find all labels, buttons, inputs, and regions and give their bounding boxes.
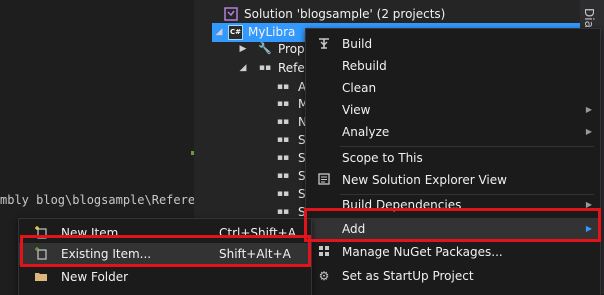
menu-item-shortcut: Shift+Alt+A	[219, 247, 291, 261]
menu-item-new-solution-explorer-view[interactable]: New Solution Explorer View	[306, 169, 600, 191]
folder-icon	[33, 269, 49, 285]
references-icon: ▪▪	[258, 63, 272, 73]
menu-item-label: View	[342, 103, 371, 117]
solution-label: Solution 'blogsample' (2 projects)	[244, 7, 446, 21]
submenu-arrow-icon: ▶	[585, 105, 592, 114]
menu-item-view[interactable]: View ▶	[306, 99, 600, 121]
menu-item-shortcut: Ctrl+Shift+A	[219, 226, 296, 240]
editor-path-text: mbly blog\blogsample\Refere	[0, 193, 194, 207]
solution-icon	[224, 7, 238, 21]
menu-item-label: Scope to This	[342, 151, 423, 165]
add-submenu: New Item... Ctrl+Shift+A Existing Item..…	[18, 218, 312, 295]
menu-item-label: Manage NuGet Packages...	[342, 245, 503, 259]
reference-icon: ▪▪	[276, 153, 290, 163]
gear-icon: ⚙	[318, 269, 330, 283]
csharp-project-icon: C#	[228, 25, 243, 40]
menu-item-label: Set as StartUp Project	[342, 269, 474, 283]
collapse-icon[interactable]: ◢	[238, 59, 248, 78]
reference-icon: ▪▪	[276, 82, 290, 92]
reference-icon: ▪▪	[276, 117, 290, 127]
menu-item-build[interactable]: Build	[306, 33, 600, 55]
menu-item-label: New Item...	[61, 226, 130, 240]
reference-icon: ▪▪	[276, 135, 290, 145]
nuget-icon	[316, 244, 332, 260]
project-context-menu: Build Rebuild Clean View ▶ Analyze ▶ Sco…	[305, 28, 601, 295]
menu-item-manage-nuget[interactable]: Manage NuGet Packages...	[306, 241, 600, 263]
menu-item-rebuild[interactable]: Rebuild	[306, 55, 600, 77]
build-icon	[316, 36, 332, 52]
submenu-arrow-icon: ▶	[585, 224, 592, 233]
menu-item-label: Build Dependencies	[342, 198, 462, 212]
tree-item-label: Refe	[278, 61, 305, 75]
tree-row-solution[interactable]: Solution 'blogsample' (2 projects)	[212, 5, 580, 24]
menu-item-set-startup[interactable]: ⚙ Set as StartUp Project	[306, 265, 600, 287]
reference-icon: ▪▪	[276, 171, 290, 181]
expand-icon[interactable]: ▶	[238, 40, 248, 59]
reference-icon: ▪▪	[276, 189, 290, 199]
menu-item-label: New Solution Explorer View	[342, 173, 507, 187]
tree-item-label: Prop	[278, 42, 305, 56]
menu-item-clean[interactable]: Clean	[306, 77, 600, 99]
reference-icon: ▪▪	[276, 99, 290, 109]
menu-item-analyze[interactable]: Analyze ▶	[306, 121, 600, 143]
wrench-icon: 🔧	[258, 42, 272, 55]
menu-item-label: New Folder	[61, 270, 129, 284]
menu-item-new-item[interactable]: New Item... Ctrl+Shift+A	[19, 222, 311, 244]
menu-item-label: Build	[342, 37, 373, 51]
submenu-arrow-icon: ▶	[585, 200, 592, 209]
menu-item-new-folder[interactable]: New Folder	[19, 266, 311, 288]
menu-item-build-dependencies[interactable]: Build Dependencies ▶	[306, 194, 600, 216]
menu-item-label: Rebuild	[342, 59, 387, 73]
new-item-icon	[33, 225, 49, 241]
existing-item-icon	[33, 246, 49, 262]
reference-icon: ▪▪	[276, 207, 290, 217]
menu-item-label: Analyze	[342, 125, 390, 139]
menu-item-label: Existing Item...	[61, 247, 152, 261]
menu-item-existing-item[interactable]: Existing Item... Shift+Alt+A	[19, 243, 311, 265]
menu-item-label: Add	[342, 222, 366, 236]
menu-item-scope-to-this[interactable]: Scope to This	[306, 147, 600, 169]
menu-item-add[interactable]: Add ▶	[306, 218, 600, 240]
new-explorer-view-icon	[316, 172, 332, 188]
menu-item-label: Clean	[342, 81, 377, 95]
submenu-arrow-icon: ▶	[585, 127, 592, 136]
